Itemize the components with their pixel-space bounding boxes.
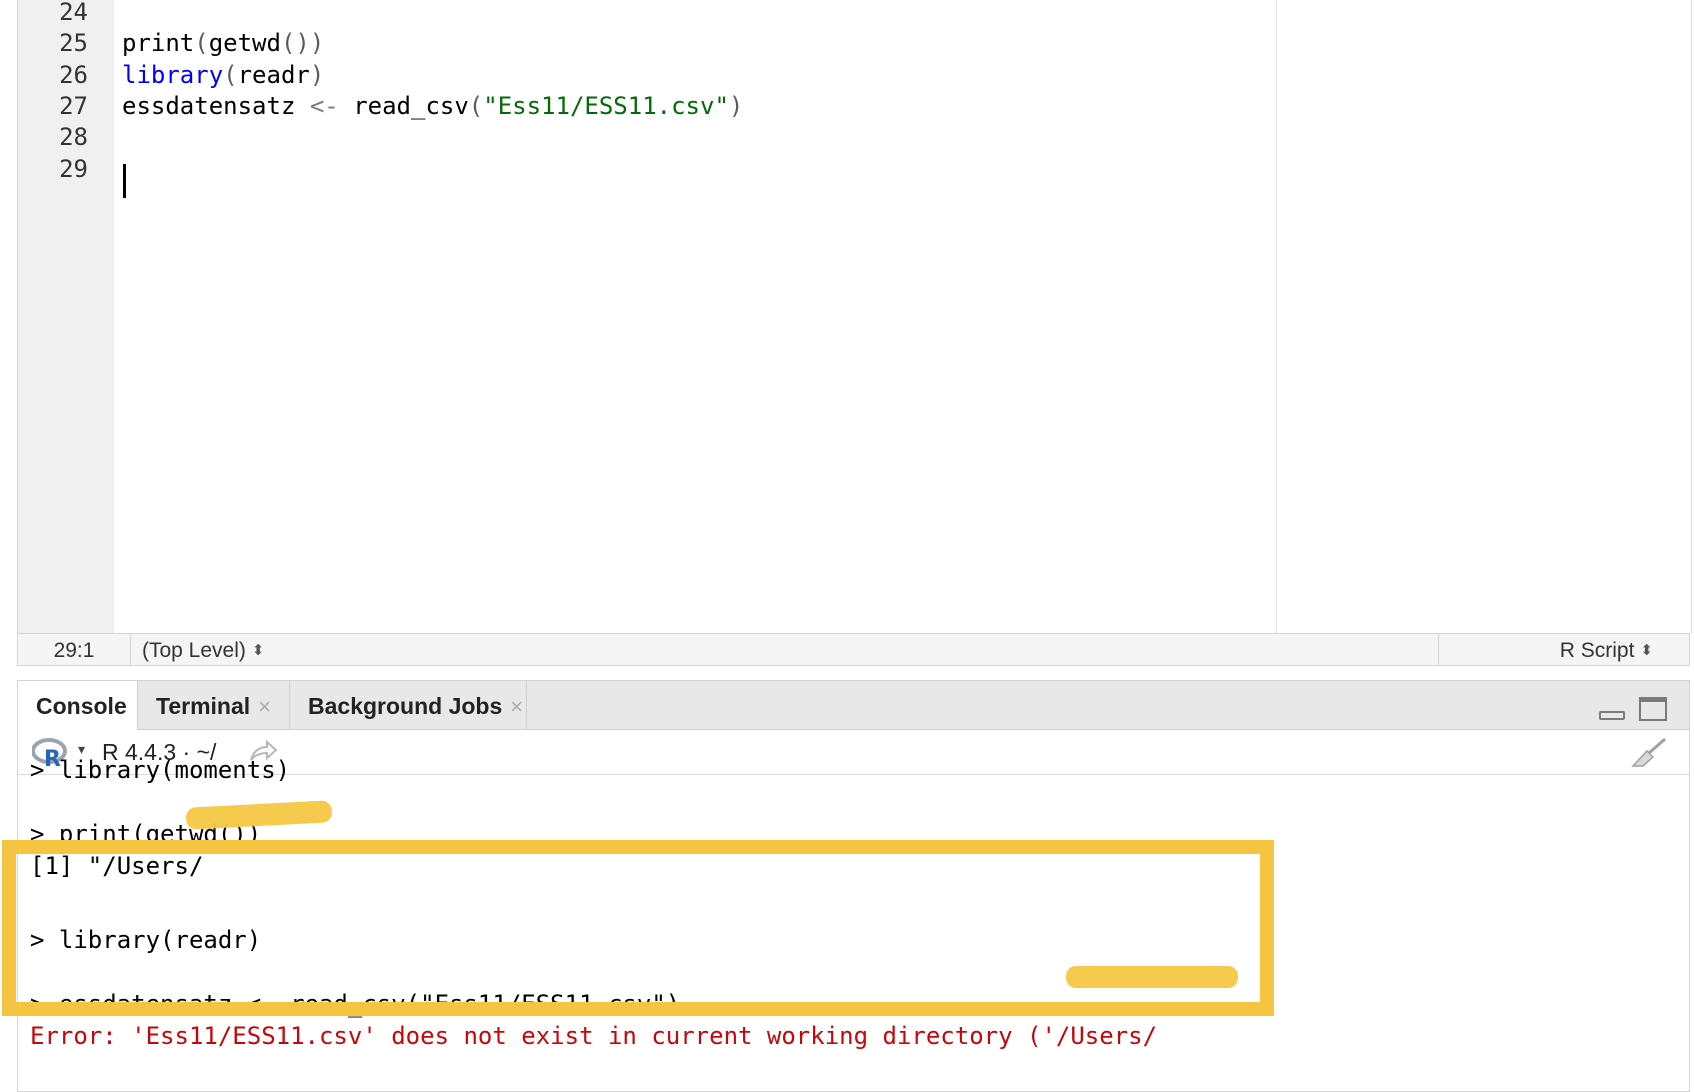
- file-type-label: R Script: [1559, 639, 1635, 662]
- code-token: (: [223, 60, 238, 89]
- file-type-selector[interactable]: R Script ⬍: [1560, 639, 1653, 663]
- status-divider: [1438, 634, 1439, 665]
- close-icon[interactable]: ×: [258, 694, 271, 719]
- code-token: <-: [309, 91, 339, 120]
- tab-background-jobs[interactable]: Background Jobs ×: [290, 681, 527, 729]
- status-divider: [130, 634, 131, 665]
- close-icon[interactable]: ×: [510, 694, 523, 719]
- scope-selector[interactable]: (Top Level) ⬍: [142, 639, 264, 663]
- maximize-icon[interactable]: [1639, 697, 1667, 721]
- console-error-line: Error: 'Ess11/ESS11.csv' does not exist …: [30, 1022, 1158, 1050]
- line-number: 24: [59, 0, 88, 26]
- line-number: 25: [59, 29, 88, 58]
- line-number: 27: [59, 91, 88, 120]
- minimize-icon[interactable]: [1599, 711, 1625, 720]
- tab-terminal[interactable]: Terminal ×: [138, 681, 290, 729]
- tab-label: Background Jobs: [308, 693, 503, 719]
- cursor-position: 29:1: [53, 639, 95, 662]
- console-line: [1] "/Users/: [30, 852, 204, 880]
- margin-guide: [1276, 0, 1277, 633]
- code-token: (: [468, 91, 484, 120]
- code-line[interactable]: library(readr): [122, 58, 324, 92]
- code-token: (: [194, 29, 209, 58]
- broom-icon[interactable]: [1629, 736, 1669, 768]
- updown-icon: ⬍: [251, 642, 265, 659]
- tab-label: Console: [36, 693, 127, 719]
- line-number: 26: [59, 60, 88, 89]
- line-number: 28: [59, 123, 88, 152]
- tab-console[interactable]: Console: [18, 681, 138, 730]
- console-tab-bar: Console Terminal × Background Jobs ×: [18, 681, 1689, 730]
- code-line[interactable]: print(getwd()): [122, 26, 324, 60]
- code-token: read_csv: [338, 91, 469, 120]
- code-token: ): [309, 60, 325, 89]
- code-token: library: [122, 60, 224, 89]
- code-token: essdatensatz: [122, 91, 310, 120]
- redaction-mark: [1066, 966, 1238, 988]
- scope-label: (Top Level): [142, 639, 246, 662]
- source-editor[interactable]: 24 25 26 27 28 29 print(getwd()) library(readr…: [17, 0, 1692, 633]
- code-token: ()): [280, 29, 325, 58]
- console-line: > library(moments): [30, 756, 291, 784]
- code-token: readr: [237, 60, 310, 89]
- editor-status-bar: 29:1 (Top Level) ⬍ R Script ⬍: [17, 633, 1690, 666]
- code-token: ): [728, 91, 744, 120]
- line-number: 29: [59, 154, 88, 183]
- line-number-gutter: 24 25 26 27 28 29: [18, 0, 114, 633]
- code-token: print: [122, 29, 195, 58]
- code-token: "Ess11/ESS11.csv": [483, 91, 729, 120]
- tab-label: Terminal: [156, 693, 251, 719]
- code-token: getwd: [208, 29, 281, 58]
- console-line: > essdatensatz <- read_csv("Ess11/ESS11.…: [30, 990, 681, 1018]
- code-line[interactable]: essdatensatz <- read_csv("Ess11/ESS11.cs…: [122, 89, 743, 123]
- text-cursor: [123, 164, 126, 198]
- console-line: > library(readr): [30, 926, 262, 954]
- console-pane: Console Terminal × Background Jobs × R ▾ R…: [17, 680, 1690, 1092]
- updown-icon: ⬍: [1640, 642, 1653, 659]
